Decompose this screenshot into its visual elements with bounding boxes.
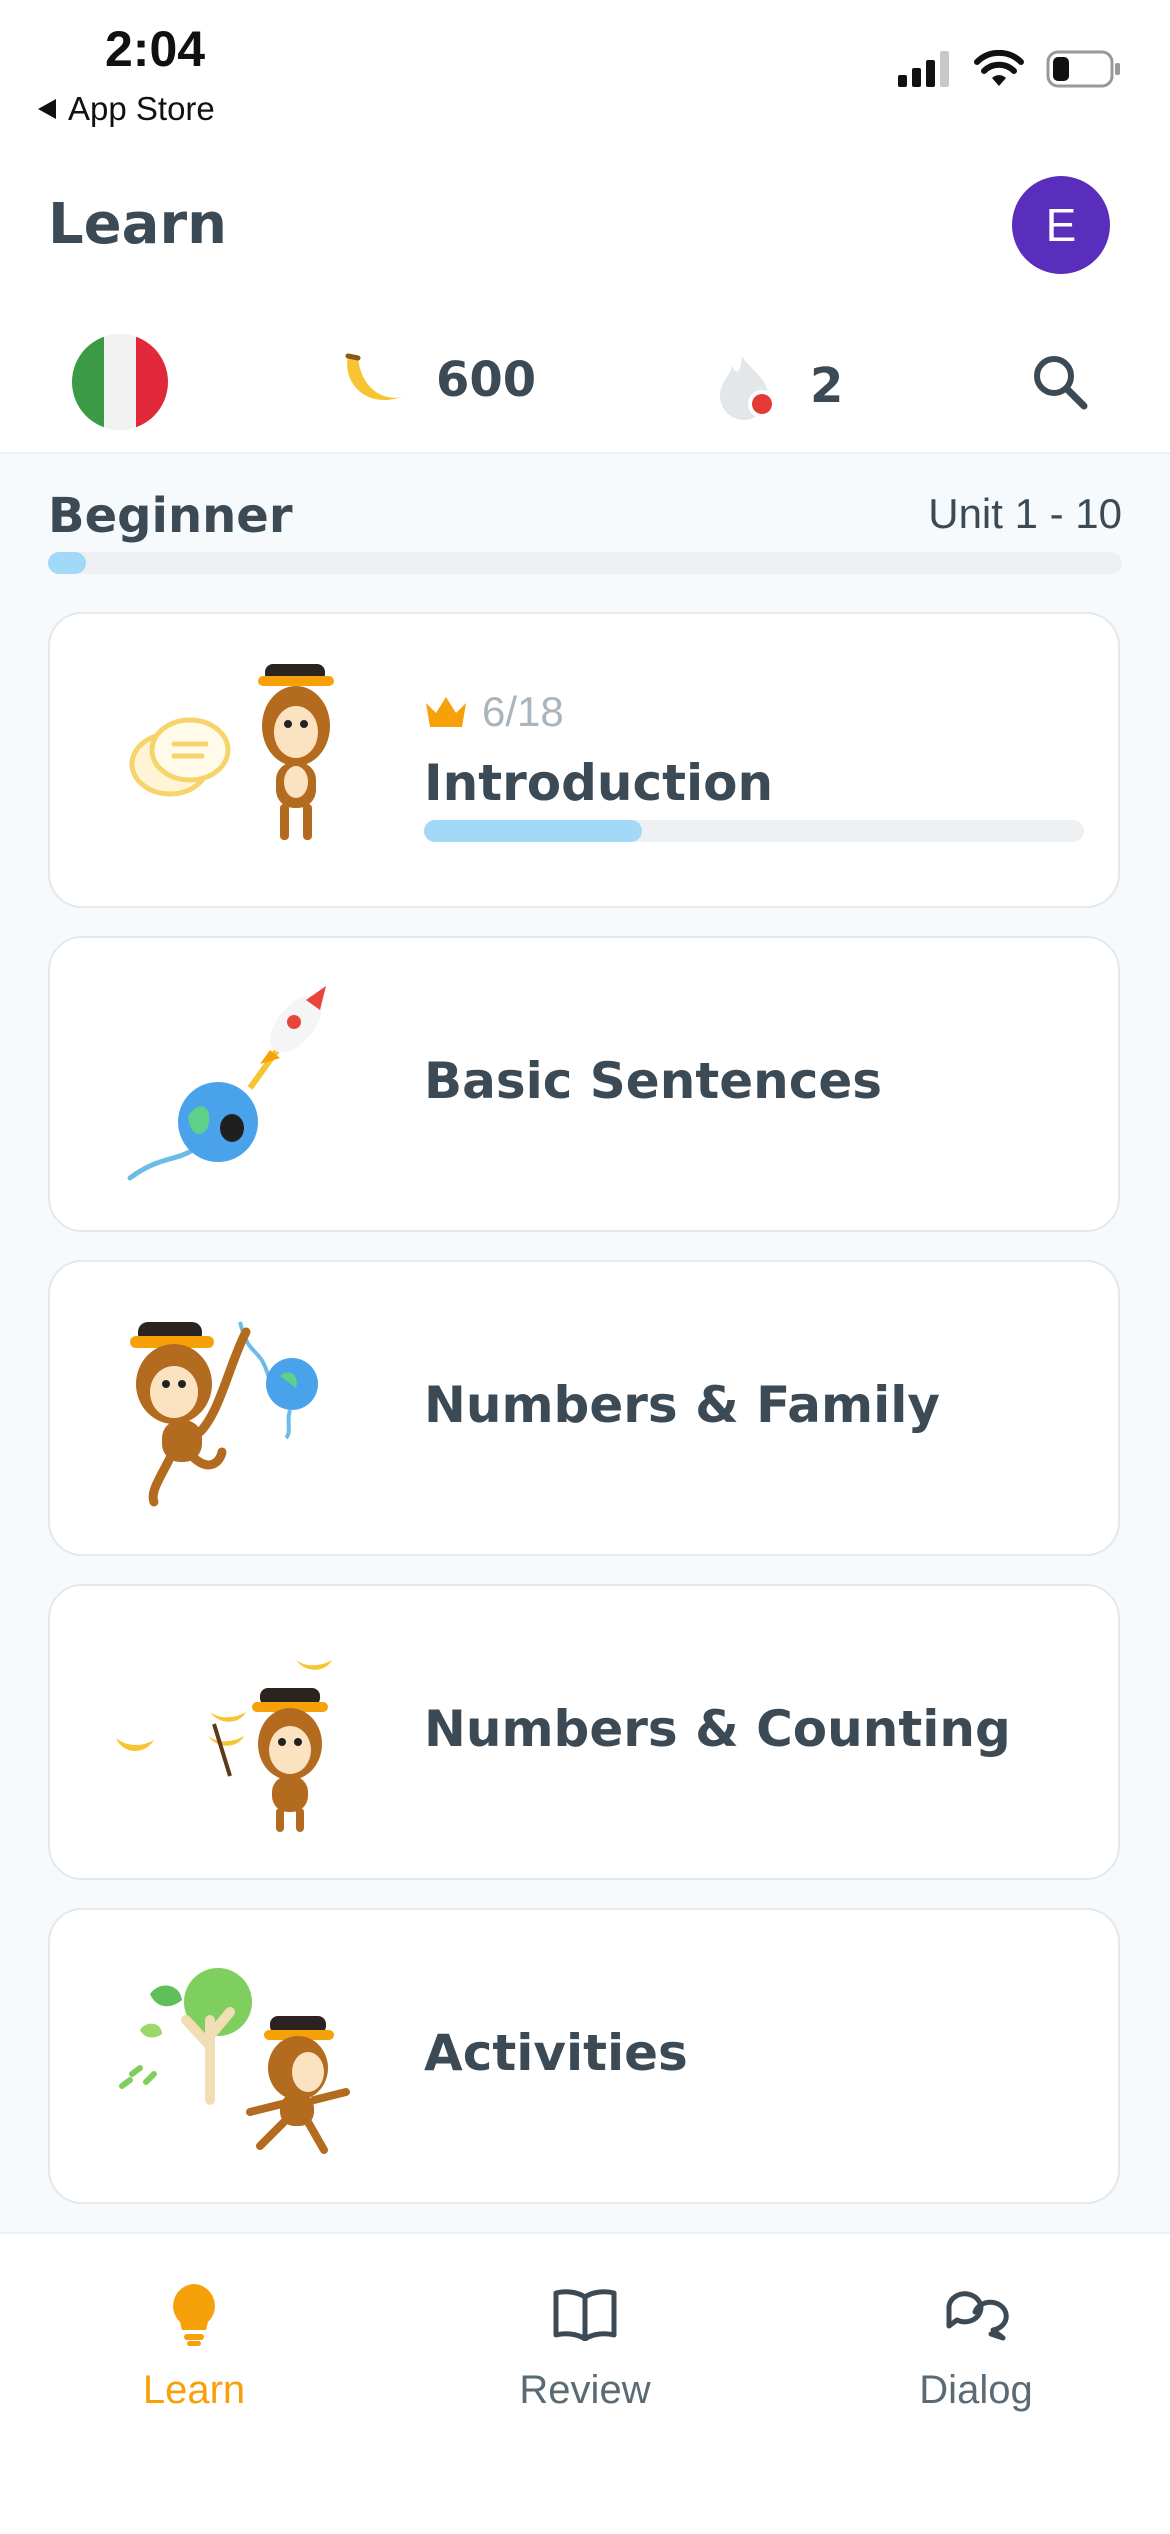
level-progress-fill (48, 552, 86, 574)
back-to-app-store[interactable]: App Store (38, 90, 215, 128)
unit-card-activities[interactable]: Activities (48, 1908, 1120, 2204)
search-icon (1034, 356, 1088, 410)
crown-icon (426, 697, 466, 727)
unit-card-numbers-counting[interactable]: Numbers & Counting (48, 1584, 1120, 1880)
avatar[interactable]: E (1012, 176, 1110, 274)
lightbulb-icon (173, 2284, 215, 2346)
bananas-value: 600 (436, 352, 537, 408)
unit-title: Basic Sentences (424, 1052, 883, 1110)
tab-learn[interactable]: Learn (44, 2274, 344, 2413)
tab-learn-label: Learn (142, 2368, 246, 2412)
tab-bar: Learn Review Dialog (0, 2232, 1170, 2534)
unit-card-numbers-family[interactable]: Numbers & Family (48, 1260, 1120, 1556)
tab-review-label: Review (519, 2368, 651, 2412)
stats-bar (0, 320, 1170, 454)
chat-bubbles-icon (946, 2291, 1009, 2341)
monkey-bananas-illustration (116, 1660, 332, 1832)
book-icon (553, 2289, 617, 2341)
monkey-tree-running-illustration (119, 1968, 350, 2154)
crown-count: 6/18 (482, 688, 564, 735)
unit-range: Unit 1 - 10 (928, 490, 1122, 537)
crown-progress: 6/18 (424, 688, 564, 736)
unit-progress-fill (424, 820, 642, 842)
unit-title: Numbers & Family (424, 1376, 941, 1434)
back-arrow-icon (38, 99, 56, 119)
wifi-icon (974, 50, 1024, 86)
streak-value: 2 (810, 358, 844, 414)
italy-flag-icon[interactable] (72, 334, 168, 430)
search-button[interactable] (1030, 352, 1090, 416)
unit-card-basic-sentences[interactable]: Basic Sentences (48, 936, 1120, 1232)
status-icons (898, 50, 1122, 88)
status-time: 2:04 (105, 21, 206, 77)
banana-icon (345, 353, 404, 401)
tab-review[interactable]: Review (435, 2274, 735, 2413)
unit-card-introduction[interactable]: 6/18 Introduction (48, 612, 1120, 908)
streak-flame-icon (720, 356, 776, 420)
level-progress-bar (48, 552, 1122, 574)
unit-title: Introduction (424, 754, 774, 812)
battery-icon (1046, 50, 1120, 88)
unit-progress-bar (424, 820, 1084, 842)
level-title: Beginner (48, 488, 293, 544)
tab-dialog[interactable]: Dialog (826, 2274, 1126, 2413)
monkey-globe-balloon-illustration (130, 1321, 318, 1507)
unit-title: Activities (424, 2024, 688, 2082)
page-title: Learn (48, 192, 227, 257)
signal-icon (898, 51, 949, 87)
tab-dialog-label: Dialog (919, 2368, 1033, 2412)
monkey-speech-bubble-illustration (129, 664, 334, 840)
streak-counter[interactable]: 2 (712, 352, 843, 420)
unit-title: Numbers & Counting (424, 1700, 1011, 1758)
bananas-counter[interactable]: 600 (340, 350, 536, 410)
globe-rocket-illustration (127, 986, 326, 1181)
back-label: App Store (68, 90, 215, 127)
